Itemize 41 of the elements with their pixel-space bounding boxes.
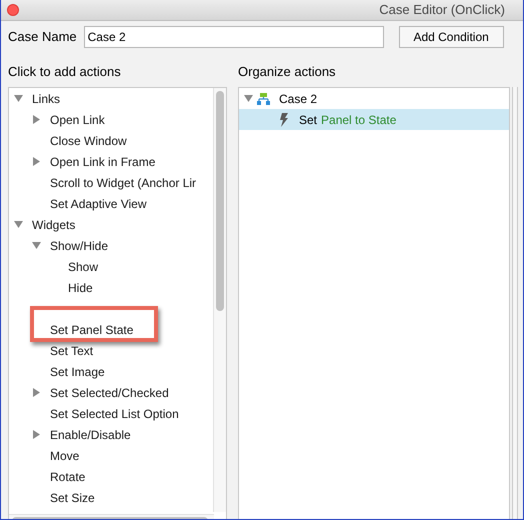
tree-group-label[interactable]: Widgets: [32, 216, 76, 234]
tree-action-item[interactable]: Set Image: [50, 362, 105, 380]
expand-arrow-icon[interactable]: [32, 157, 41, 166]
tree-group-label[interactable]: Enable/Disable: [50, 426, 131, 444]
collapse-arrow-icon[interactable]: [244, 94, 253, 103]
case-label[interactable]: Case 2: [279, 90, 318, 108]
panel-heading: Click to add actions: [8, 63, 122, 81]
tree-action-item[interactable]: Rotate: [50, 468, 86, 486]
tree-action-item[interactable]: Set Size: [50, 488, 95, 506]
collapse-arrow-icon[interactable]: [14, 94, 23, 103]
add-condition-button[interactable]: Add Condition: [398, 26, 504, 48]
tree-action-item[interactable]: Set Adaptive View: [50, 194, 147, 212]
expand-arrow-icon[interactable]: [32, 388, 41, 397]
tree-group-label[interactable]: Open Link in Frame: [50, 152, 156, 170]
collapse-arrow-icon[interactable]: [14, 220, 23, 229]
tree-action-item[interactable]: Hide: [68, 278, 93, 296]
tree-action-item[interactable]: Close Window: [50, 132, 127, 150]
collapse-arrow-icon[interactable]: [32, 241, 41, 250]
tree-action-item[interactable]: Set Text: [50, 342, 94, 360]
expand-arrow-icon[interactable]: [32, 115, 41, 124]
action-target: Panel to State: [321, 112, 396, 128]
window-title: Case Editor (OnClick): [379, 1, 505, 20]
tree-action-item[interactable]: Set Selected List Option: [50, 404, 179, 422]
tree-action-item[interactable]: Move: [50, 446, 80, 464]
tree-group-label[interactable]: Set Selected/Checked: [50, 384, 169, 402]
close-icon[interactable]: [7, 4, 19, 16]
action-verb: Set: [299, 112, 318, 128]
tree-action-item[interactable]: Scroll to Widget (Anchor Lir: [50, 174, 196, 192]
flowchart-icon: [257, 92, 270, 104]
case-name-field[interactable]: Case 2: [84, 26, 384, 48]
tree-action-item[interactable]: Set Panel State: [50, 320, 134, 338]
tree-group-label[interactable]: Show/Hide: [50, 236, 108, 254]
tree-action-item[interactable]: Show: [68, 258, 98, 276]
action-row[interactable]: Set Panel to State: [239, 109, 509, 130]
case-name-label: Case Name: [8, 28, 77, 46]
expand-arrow-icon[interactable]: [32, 430, 41, 439]
vertical-scrollbar[interactable]: [213, 88, 226, 512]
panel-heading: Organize actions: [238, 63, 337, 81]
lightning-icon: [279, 112, 289, 126]
tree-group-label[interactable]: Links: [32, 90, 60, 108]
tree-group-label[interactable]: Open Link: [50, 110, 105, 128]
